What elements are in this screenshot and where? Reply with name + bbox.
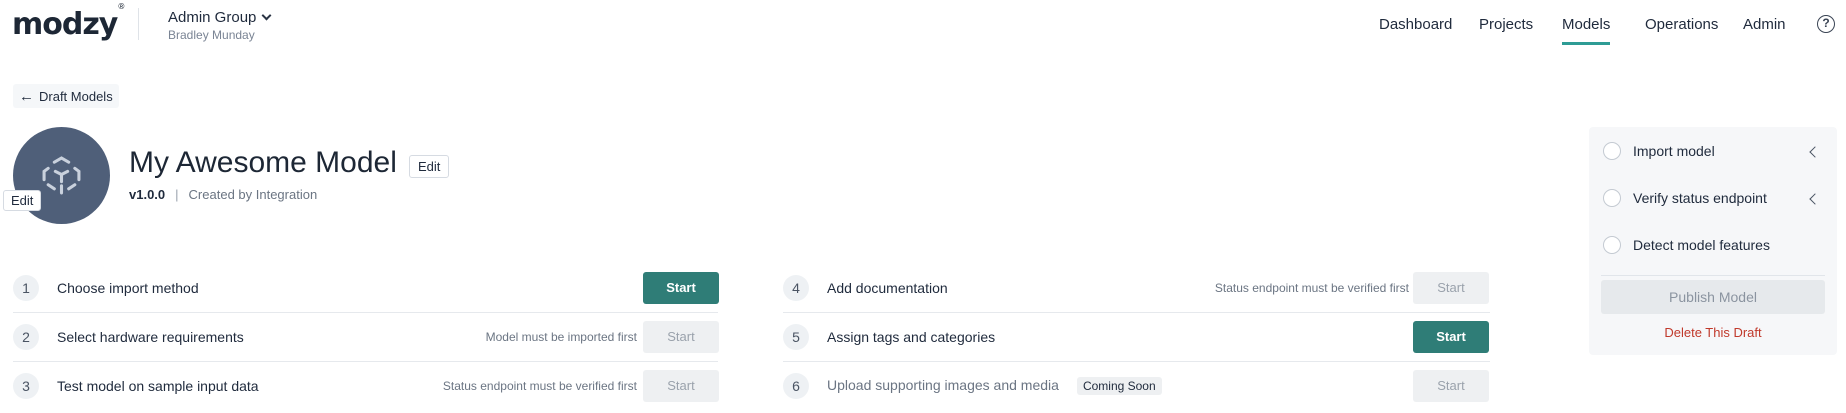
chevron-left-icon[interactable] — [1809, 193, 1821, 205]
step-label: Test model on sample input data — [57, 378, 259, 394]
created-by: Created by Integration — [188, 187, 318, 202]
step-start-button[interactable]: Start — [1413, 370, 1489, 402]
model-title: My Awesome Model — [129, 146, 397, 179]
step-number: 2 — [13, 324, 39, 350]
modzy-logo[interactable]: modzy® — [12, 2, 125, 42]
step-label: Choose import method — [57, 280, 199, 296]
step-number: 4 — [783, 275, 809, 301]
step-label: Upload supporting images and media Coming… — [827, 377, 1162, 395]
avatar-edit-button[interactable]: Edit — [3, 190, 42, 211]
step-number: 5 — [783, 324, 809, 350]
meta-separator: | — [175, 187, 179, 202]
publish-checklist-panel: Import model Verify status endpoint Dete… — [1589, 127, 1837, 355]
top-navbar: modzy® Admin Group Bradley Munday Dashbo… — [0, 0, 1846, 48]
step-label: Assign tags and categories — [827, 329, 996, 345]
coming-soon-badge: Coming Soon — [1076, 377, 1162, 395]
step-note: Status endpoint must be verified first — [442, 379, 637, 393]
step-number: 1 — [13, 275, 39, 301]
model-meta: v1.0.0 | Created by Integration — [129, 187, 317, 202]
publish-model-button[interactable]: Publish Model — [1601, 280, 1825, 314]
step-start-button[interactable]: Start — [643, 321, 719, 353]
chevron-down-icon — [261, 10, 272, 21]
status-circle-icon — [1603, 189, 1621, 207]
nav-projects[interactable]: Projects — [1479, 16, 1533, 33]
step-note: Model must be imported first — [485, 330, 637, 344]
nav-operations[interactable]: Operations — [1645, 16, 1718, 33]
step-start-button[interactable]: Start — [1413, 321, 1489, 353]
step-number: 6 — [783, 373, 809, 399]
group-switcher[interactable]: Admin Group — [168, 9, 272, 26]
checklist-label: Import model — [1633, 143, 1715, 159]
group-name: Admin Group — [168, 9, 257, 26]
step-number: 3 — [13, 373, 39, 399]
step-start-button[interactable]: Start — [643, 370, 719, 402]
nav-dashboard[interactable]: Dashboard — [1379, 16, 1452, 33]
nav-admin[interactable]: Admin — [1743, 16, 1786, 33]
model-cube-icon — [42, 156, 81, 195]
step-row: 1 Choose import method Start — [13, 264, 725, 312]
step-start-button[interactable]: Start — [1413, 272, 1489, 304]
checklist-label: Verify status endpoint — [1633, 190, 1767, 206]
checklist-item-detect-features[interactable]: Detect model features — [1603, 233, 1770, 257]
status-circle-icon — [1603, 236, 1621, 254]
back-link-label: Draft Models — [39, 88, 113, 104]
back-to-draft-models-link[interactable]: ← Draft Models — [13, 84, 119, 108]
delete-draft-link[interactable]: Delete This Draft — [1589, 325, 1837, 340]
step-row: 2 Select hardware requirements Model mus… — [13, 313, 725, 361]
step-label: Add documentation — [827, 280, 948, 296]
panel-divider — [1601, 275, 1825, 276]
step-label-text: Upload supporting images and media — [827, 377, 1059, 393]
checklist-item-import-model[interactable]: Import model — [1603, 139, 1715, 163]
step-start-button[interactable]: Start — [643, 272, 719, 304]
step-note: Status endpoint must be verified first — [1214, 281, 1409, 295]
step-row: 4 Add documentation Status endpoint must… — [783, 264, 1495, 312]
model-version: v1.0.0 — [129, 187, 166, 202]
user-name: Bradley Munday — [168, 28, 255, 42]
help-icon[interactable]: ? — [1817, 15, 1835, 33]
step-row: 6 Upload supporting images and media Comi… — [783, 362, 1495, 410]
step-row: 3 Test model on sample input data Status… — [13, 362, 725, 410]
status-circle-icon — [1603, 142, 1621, 160]
title-edit-button[interactable]: Edit — [409, 155, 450, 178]
checklist-item-verify-status[interactable]: Verify status endpoint — [1603, 186, 1767, 210]
nav-models[interactable]: Models — [1562, 16, 1610, 33]
checklist-label: Detect model features — [1633, 237, 1770, 253]
step-row: 5 Assign tags and categories Start — [783, 313, 1495, 361]
nav-active-indicator — [1562, 42, 1610, 45]
chevron-left-icon[interactable] — [1809, 146, 1821, 158]
arrow-left-icon: ← — [19, 87, 34, 105]
header-divider — [138, 8, 139, 40]
step-label: Select hardware requirements — [57, 329, 244, 345]
